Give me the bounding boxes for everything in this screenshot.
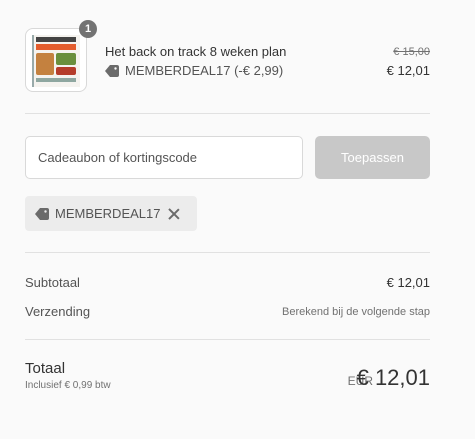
tax-note: Inclusief € 0,99 btw <box>25 380 111 391</box>
applied-discount-tag: MEMBERDEAL17 <box>25 196 197 231</box>
total-label: Totaal <box>25 360 66 377</box>
divider <box>25 113 430 114</box>
shipping-label: Verzending <box>25 304 91 319</box>
tag-icon <box>105 64 119 77</box>
divider <box>25 339 430 340</box>
order-summary: 1 Het back on track 8 weken plan MEMBERD… <box>0 0 475 439</box>
line-item: 1 Het back on track 8 weken plan MEMBERD… <box>25 20 430 94</box>
original-price: € 15,00 <box>393 46 430 58</box>
total-amount: € 12,01 <box>356 365 430 390</box>
applied-discount-code: MEMBERDEAL17 <box>55 206 161 221</box>
product-discount: MEMBERDEAL17 (-€ 2,99) <box>105 63 283 78</box>
subtotal-value: € 12,01 <box>386 275 430 290</box>
divider <box>25 252 430 253</box>
product-discount-text: MEMBERDEAL17 (-€ 2,99) <box>125 63 284 78</box>
close-icon[interactable] <box>168 208 180 220</box>
discounted-price: € 12,01 <box>386 63 430 78</box>
book-cover-image <box>32 35 80 87</box>
quantity-badge: 1 <box>79 20 97 38</box>
shipping-value: Berekend bij de volgende stap <box>282 306 430 318</box>
product-thumbnail <box>25 28 87 92</box>
discount-code-input[interactable] <box>25 136 303 179</box>
product-name: Het back on track 8 weken plan <box>105 44 287 59</box>
apply-button[interactable]: Toepassen <box>315 136 430 179</box>
subtotal-label: Subtotaal <box>25 275 80 290</box>
tag-icon <box>35 207 49 220</box>
